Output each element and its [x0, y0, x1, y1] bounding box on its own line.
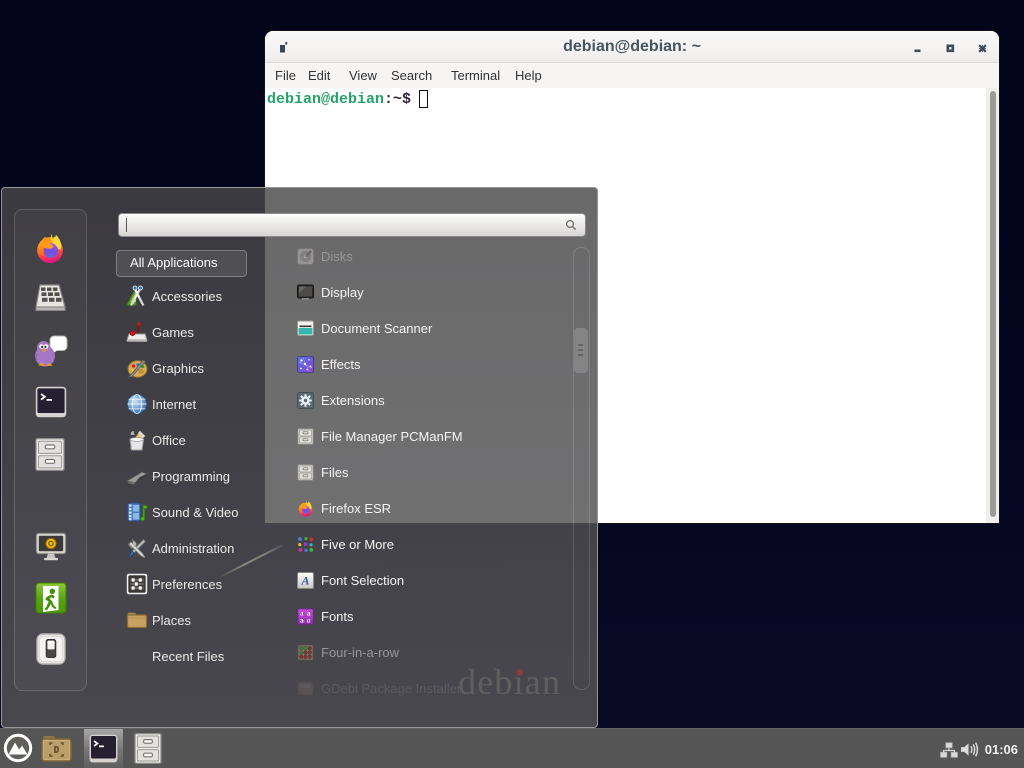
- svg-text:a: a: [307, 616, 311, 625]
- svg-text:a: a: [300, 616, 304, 625]
- svg-text:A: A: [300, 574, 309, 588]
